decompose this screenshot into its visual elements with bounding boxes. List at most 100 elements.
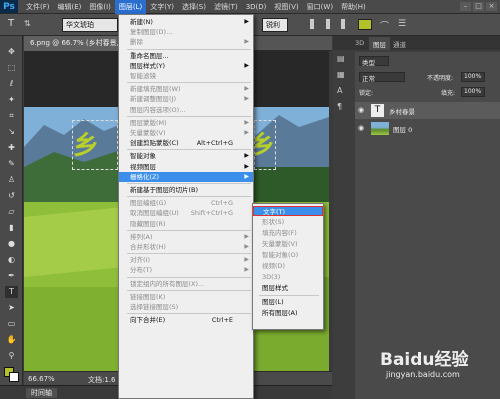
maximize-icon[interactable]: □ bbox=[473, 2, 484, 11]
rasterize-submenu-item[interactable]: 智能对象(O) bbox=[253, 250, 323, 260]
layer-menu-item[interactable]: 新建(N) ▶ bbox=[119, 17, 253, 27]
text-orientation-icon[interactable]: ⇅ bbox=[24, 19, 36, 31]
warp-text-icon[interactable]: ⌒ bbox=[380, 19, 392, 32]
eyedropper-icon[interactable]: ↘ bbox=[5, 126, 18, 138]
menu-filter[interactable]: 滤镜(T) bbox=[210, 0, 242, 14]
layer-menu-item[interactable]: 矢量蒙版(V) ▶ bbox=[119, 128, 253, 138]
layer-menu-item[interactable]: 排列(A) ▶ bbox=[119, 232, 253, 242]
artwork-text-right[interactable]: 乡村春景 bbox=[254, 120, 276, 170]
menu-layer[interactable]: 图层(L) bbox=[114, 0, 147, 14]
magic-wand-icon[interactable]: ✦ bbox=[5, 94, 18, 106]
menu-image[interactable]: 图像(I) bbox=[85, 0, 115, 14]
align-center-icon[interactable] bbox=[326, 19, 336, 29]
timeline-tab[interactable]: 时间轴 bbox=[26, 388, 57, 398]
type-tool-icon[interactable]: T bbox=[5, 286, 18, 298]
layer-row-image[interactable]: ◉ 图层 0 bbox=[355, 120, 500, 137]
rasterize-submenu-item[interactable]: 矢量蒙版(V) bbox=[253, 239, 323, 249]
zoom-level[interactable]: 66.67% bbox=[28, 375, 55, 383]
crop-tool-icon[interactable]: ⌗ bbox=[5, 110, 18, 122]
menu-select[interactable]: 选择(S) bbox=[178, 0, 210, 14]
layer-menu-item[interactable]: 分布(T) ▶ bbox=[119, 265, 253, 275]
dodge-tool-icon[interactable]: ◐ bbox=[5, 254, 18, 266]
layer-menu-item[interactable]: 重命名图层... bbox=[119, 51, 253, 61]
path-selection-icon[interactable]: ➤ bbox=[5, 302, 18, 314]
menu-file[interactable]: 文件(F) bbox=[22, 0, 54, 14]
antialias-select[interactable]: 锐利 bbox=[262, 18, 288, 32]
close-icon[interactable]: × bbox=[486, 2, 497, 11]
layer-menu-item[interactable]: 链接图层(K) bbox=[119, 292, 253, 302]
layer-filter-select[interactable]: 类型 bbox=[359, 56, 389, 67]
paragraph-panel-icon[interactable]: ¶ bbox=[337, 102, 351, 114]
zoom-tool-icon[interactable]: ⚲ bbox=[5, 350, 18, 362]
rasterize-submenu-item[interactable]: 形状(S) bbox=[253, 217, 323, 227]
character-panel-icon[interactable]: ☰ bbox=[398, 19, 410, 31]
eraser-tool-icon[interactable]: ▱ bbox=[5, 206, 18, 218]
pen-tool-icon[interactable]: ✒ bbox=[5, 270, 18, 282]
minimize-icon[interactable]: – bbox=[460, 2, 471, 11]
visibility-eye-icon[interactable]: ◉ bbox=[358, 106, 364, 114]
healing-brush-icon[interactable]: ✚ bbox=[5, 142, 18, 154]
layer-menu-item[interactable]: 选择链接图层(S) bbox=[119, 302, 253, 312]
menu-view[interactable]: 视图(V) bbox=[270, 0, 302, 14]
layer-menu-item[interactable]: 图层样式(Y) ▶ bbox=[119, 61, 253, 71]
layer-menu-item[interactable]: 删除 ▶ bbox=[119, 37, 253, 47]
opacity-input[interactable]: 100% bbox=[461, 72, 485, 82]
blur-tool-icon[interactable]: ● bbox=[5, 238, 18, 250]
layer-menu-item[interactable]: 合并形状(H) ▶ bbox=[119, 242, 253, 252]
layer-menu-item[interactable]: 对齐(I) ▶ bbox=[119, 255, 253, 265]
rasterize-submenu-item[interactable]: 视频(D) bbox=[253, 261, 323, 271]
move-tool-icon[interactable]: ✥ bbox=[5, 46, 18, 58]
layer-menu-item[interactable]: 取消图层编组(U) Shift+Ctrl+G bbox=[119, 208, 253, 218]
tab-3d[interactable]: 3D bbox=[355, 39, 364, 47]
menu-3d[interactable]: 3D(D) bbox=[242, 0, 271, 14]
marquee-tool-icon[interactable]: ⬚ bbox=[5, 62, 18, 74]
artwork-text-left[interactable]: 乡村春景 bbox=[72, 120, 118, 170]
text-color-swatch[interactable] bbox=[358, 19, 372, 30]
visibility-eye-icon[interactable]: ◉ bbox=[358, 124, 364, 132]
layer-menu-item[interactable]: 栅格化(Z) ▶ bbox=[119, 171, 253, 182]
layer-menu-item[interactable]: 智能滤镜 bbox=[119, 71, 253, 81]
layer-menu-item[interactable]: 复制图层(D)... bbox=[119, 27, 253, 37]
menu-help[interactable]: 帮助(H) bbox=[337, 0, 370, 14]
layer-menu-item[interactable]: 隐藏图层(R) bbox=[119, 219, 253, 229]
type-tool-icon[interactable]: T bbox=[4, 18, 18, 32]
blend-mode-select[interactable]: 正常 bbox=[359, 72, 405, 83]
history-brush-icon[interactable]: ↺ bbox=[5, 190, 18, 202]
align-right-icon[interactable] bbox=[341, 19, 351, 29]
background-color-swatch[interactable] bbox=[9, 372, 19, 382]
rasterize-submenu-item[interactable]: 3D(3) bbox=[253, 272, 323, 282]
rasterize-submenu-item[interactable]: 图层(L) bbox=[253, 297, 323, 307]
layer-menu-item[interactable]: 创建剪贴蒙版(C) Alt+Ctrl+G bbox=[119, 138, 253, 148]
properties-panel-icon[interactable]: ▦ bbox=[337, 70, 351, 82]
menu-window[interactable]: 窗口(W) bbox=[303, 0, 337, 14]
shape-tool-icon[interactable]: ▭ bbox=[5, 318, 18, 330]
rasterize-submenu-item[interactable]: 文字(T) bbox=[253, 206, 323, 216]
menu-type[interactable]: 文字(Y) bbox=[146, 0, 178, 14]
font-family-select[interactable]: 华文琥珀 bbox=[62, 18, 118, 32]
rasterize-submenu-item[interactable]: 图层样式 bbox=[253, 283, 323, 293]
layer-menu-item[interactable]: 新建填充图层(W) ▶ bbox=[119, 84, 253, 94]
layer-menu-item[interactable]: 新建调整图层(J) ▶ bbox=[119, 94, 253, 104]
tab-layers[interactable]: 图层 bbox=[369, 37, 390, 50]
fill-input[interactable]: 100% bbox=[461, 87, 485, 97]
layer-menu-item[interactable]: 新建基于图层的切片(B) bbox=[119, 185, 253, 195]
menu-edit[interactable]: 编辑(E) bbox=[54, 0, 86, 14]
layer-name[interactable]: 乡村春景 bbox=[389, 106, 415, 116]
tab-channels[interactable]: 通道 bbox=[393, 39, 406, 49]
layer-name[interactable]: 图层 0 bbox=[393, 124, 412, 134]
layer-menu-item[interactable]: 图层编组(G) Ctrl+G bbox=[119, 198, 253, 208]
layer-menu-item[interactable]: 图层内容选项(O)... bbox=[119, 105, 253, 115]
history-panel-icon[interactable]: ▤ bbox=[337, 54, 351, 66]
rasterize-submenu-item[interactable]: 所有图层(A) bbox=[253, 308, 323, 318]
clone-stamp-icon[interactable]: ♙ bbox=[5, 174, 18, 186]
character-panel-icon[interactable]: A bbox=[337, 86, 351, 98]
gradient-tool-icon[interactable]: ▮ bbox=[5, 222, 18, 234]
rasterize-submenu-item[interactable]: 填充内容(F) bbox=[253, 228, 323, 238]
layer-menu-item[interactable]: 智能对象 ▶ bbox=[119, 151, 253, 161]
layer-menu-item[interactable]: 图层蒙版(M) ▶ bbox=[119, 118, 253, 128]
layer-row-text[interactable]: ◉ T 乡村春景 bbox=[355, 102, 500, 119]
layer-menu-item[interactable]: 锁定组内的所有图层(X)... bbox=[119, 279, 253, 289]
align-left-icon[interactable] bbox=[310, 19, 320, 29]
brush-tool-icon[interactable]: ✎ bbox=[5, 158, 18, 170]
lasso-tool-icon[interactable]: ℓ bbox=[5, 78, 18, 90]
